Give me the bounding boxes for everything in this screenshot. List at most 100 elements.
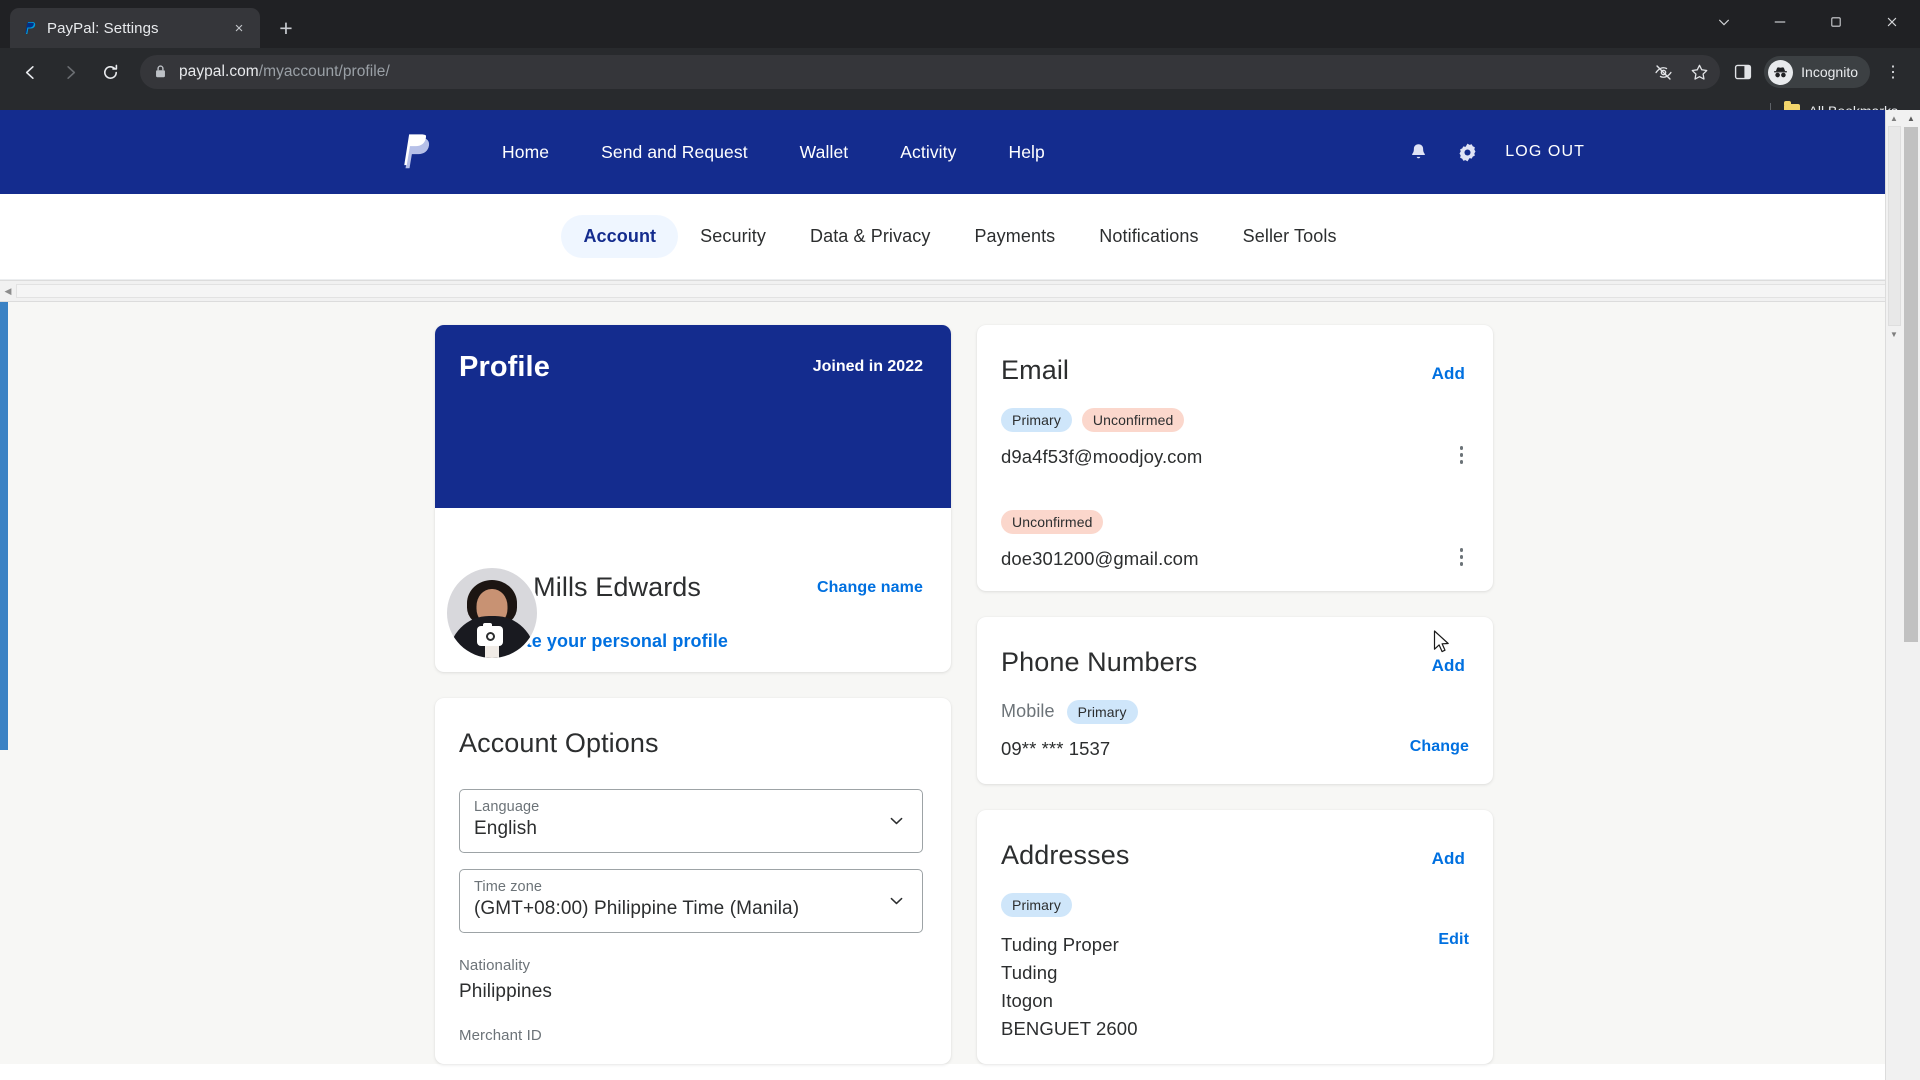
address-row: Tuding Proper Tuding Itogon BENGUET 2600… <box>1001 917 1469 1043</box>
avatar[interactable] <box>444 565 540 661</box>
url-path: /myaccount/profile/ <box>258 63 390 80</box>
nationality-value: Philippines <box>459 980 552 1002</box>
tab-search-chevron-icon[interactable] <box>1696 0 1752 44</box>
avatar-wrapper[interactable] <box>444 565 540 661</box>
account-options-card: Account Options Language English Time zo… <box>435 697 951 1064</box>
right-column: Email Add Primary Unconfirmed d9a4f53f@m… <box>977 325 1493 1064</box>
email-pills: Unconfirmed <box>1001 510 1469 534</box>
phone-type-label: Mobile <box>1001 701 1055 722</box>
nav-link-send-and-request[interactable]: Send and Request <box>575 142 774 163</box>
tab-payments[interactable]: Payments <box>952 215 1077 258</box>
vertical-scroll-thumb-outer[interactable] <box>1904 127 1918 642</box>
phone-card-header: Phone Numbers Add <box>977 617 1493 678</box>
back-button[interactable] <box>12 54 48 90</box>
scroll-up-arrow-icon[interactable]: ▲ <box>1886 110 1902 126</box>
profile-chip-label: Incognito <box>1801 64 1858 80</box>
scroll-up-arrow-icon[interactable]: ▲ <box>1902 110 1920 127</box>
status-badge-unconfirmed: Unconfirmed <box>1001 510 1104 534</box>
paypal-logo-icon[interactable] <box>400 133 430 171</box>
profile-banner: Profile Joined in 2022 <box>435 325 951 508</box>
nav-link-wallet[interactable]: Wallet <box>774 142 875 163</box>
phone-type-row: Mobile Primary <box>1001 699 1469 724</box>
scroll-down-arrow-icon[interactable]: ▼ <box>1886 326 1902 342</box>
email-card-title: Email <box>1001 355 1070 385</box>
camera-icon[interactable] <box>477 623 503 646</box>
address-line-1: Tuding Proper <box>1001 933 1119 955</box>
kebab-menu-icon[interactable] <box>1459 432 1470 464</box>
status-badge-primary: Primary <box>1066 699 1138 724</box>
new-tab-button[interactable]: + <box>269 11 303 45</box>
page-vertical-scrollbar[interactable]: ▲ ▼ <box>1885 110 1902 1080</box>
side-panel-icon[interactable] <box>1732 61 1754 83</box>
vertical-scroll-thumb-inner[interactable] <box>1887 126 1901 326</box>
address-bar[interactable]: paypal.com/myaccount/profile/ <box>140 55 1721 89</box>
incognito-icon <box>1768 59 1794 85</box>
bell-icon[interactable] <box>1407 141 1430 164</box>
email-row: doe301200@gmail.com <box>1001 534 1469 570</box>
email-row: d9a4f53f@moodjoy.com <box>1001 432 1469 468</box>
left-accent-bar <box>0 302 8 750</box>
tab-notifications[interactable]: Notifications <box>1077 215 1220 258</box>
timezone-value: (GMT+08:00) Philippine Time (Manila) <box>474 897 800 919</box>
address-line-2: Tuding <box>1001 961 1058 983</box>
email-address: d9a4f53f@moodjoy.com <box>1001 446 1203 467</box>
browser-tab-paypal-settings[interactable]: PayPal: Settings × <box>10 8 260 48</box>
tab-strip: PayPal: Settings × + <box>0 0 1920 48</box>
horizontal-scrollbar[interactable]: ◀ ▶ <box>0 280 1920 302</box>
nav-link-activity[interactable]: Activity <box>874 142 982 163</box>
browser-menu-kebab-icon[interactable]: ⋮ <box>1878 57 1908 87</box>
status-badge-unconfirmed: Unconfirmed <box>1081 408 1185 432</box>
bookmark-star-icon[interactable] <box>1688 61 1710 83</box>
reload-button[interactable] <box>92 54 128 90</box>
address-lines: Tuding Proper Tuding Itogon BENGUET 2600 <box>1001 931 1138 1043</box>
paypal-favicon-icon <box>21 20 38 37</box>
window-vertical-scrollbar[interactable]: ▲ <box>1902 110 1920 1080</box>
left-column: Profile Joined in 2022 Linda Mills Edwar… <box>435 325 951 1064</box>
phone-change-link[interactable]: Change <box>1410 738 1469 756</box>
logout-button[interactable]: LOG OUT <box>1505 143 1585 161</box>
address-edit-link[interactable]: Edit <box>1438 931 1469 949</box>
url-text: paypal.com/myaccount/profile/ <box>179 63 390 81</box>
addresses-card-title: Addresses <box>1001 839 1130 870</box>
window-controls <box>1696 0 1920 44</box>
paypal-main-nav: Home Send and Request Wallet Activity He… <box>400 133 1071 171</box>
tab-close-icon[interactable]: × <box>229 18 249 38</box>
account-options-body: Account Options Language English Time zo… <box>435 698 951 1064</box>
kebab-menu-icon[interactable] <box>1459 534 1470 566</box>
forward-button[interactable] <box>52 54 88 90</box>
horizontal-scroll-thumb[interactable] <box>16 284 1904 298</box>
lock-icon <box>154 64 168 80</box>
email-add-link[interactable]: Add <box>1432 364 1465 384</box>
incognito-profile-chip[interactable]: Incognito <box>1764 56 1870 88</box>
email-card-header: Email Add <box>977 325 1493 386</box>
phone-numbers-card: Phone Numbers Add Mobile Primary 09** **… <box>977 616 1493 784</box>
nav-link-home[interactable]: Home <box>476 142 575 163</box>
gear-icon[interactable] <box>1456 141 1479 164</box>
scroll-left-arrow-icon[interactable]: ◀ <box>0 281 16 301</box>
address-add-link[interactable]: Add <box>1432 849 1465 869</box>
language-select[interactable]: Language English <box>459 788 923 853</box>
change-name-link[interactable]: Change name <box>817 579 923 597</box>
eye-slash-icon[interactable] <box>1652 61 1674 83</box>
email-address: doe301200@gmail.com <box>1001 548 1199 569</box>
tab-seller-tools[interactable]: Seller Tools <box>1221 215 1359 258</box>
email-entry: Primary Unconfirmed d9a4f53f@moodjoy.com <box>1001 408 1469 468</box>
nationality-label: Nationality <box>459 956 531 974</box>
phone-add-link[interactable]: Add <box>1432 656 1465 676</box>
phone-card-body: Mobile Primary 09** *** 1537 Change <box>977 678 1493 784</box>
language-value: English <box>474 817 538 839</box>
merchant-id-label: Merchant ID <box>459 1026 542 1044</box>
window-minimize-button[interactable] <box>1752 0 1808 44</box>
timezone-select[interactable]: Time zone (GMT+08:00) Philippine Time (M… <box>459 868 923 933</box>
url-domain: paypal.com <box>179 63 259 80</box>
tab-security[interactable]: Security <box>678 215 788 258</box>
window-maximize-button[interactable] <box>1808 0 1864 44</box>
tab-account[interactable]: Account <box>561 215 679 258</box>
page-content: Profile Joined in 2022 Linda Mills Edwar… <box>0 302 1920 1064</box>
chevron-down-icon[interactable] <box>888 892 905 909</box>
chevron-down-icon[interactable] <box>888 812 905 829</box>
nav-link-help[interactable]: Help <box>982 142 1070 163</box>
tab-data-and-privacy[interactable]: Data & Privacy <box>788 215 952 258</box>
window-close-button[interactable] <box>1864 0 1920 44</box>
timezone-label: Time zone <box>474 878 543 895</box>
